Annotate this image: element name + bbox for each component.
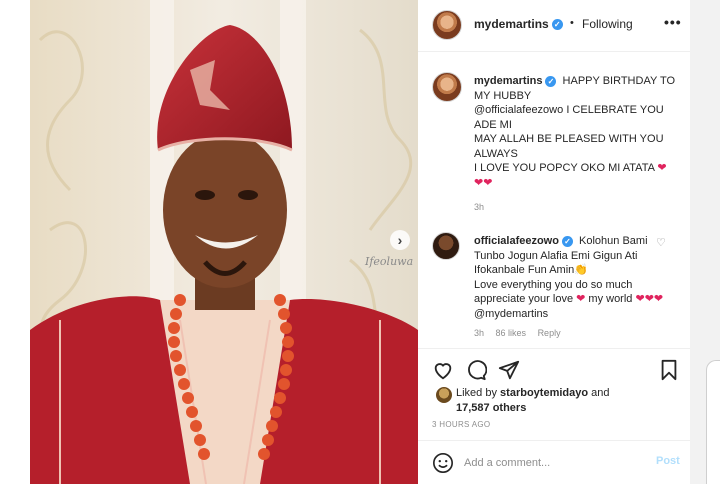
more-horizontal-icon[interactable]: ••• <box>664 14 682 30</box>
heart-emoji: ❤❤❤ <box>635 293 664 305</box>
paper-plane-icon[interactable] <box>498 359 520 381</box>
photo-watermark: Ifeoluwa <box>364 255 413 268</box>
caption-avatar[interactable] <box>432 72 462 102</box>
comment-mention[interactable]: @mydemartins <box>474 308 548 320</box>
likes-others-count[interactable]: 17,587 others <box>456 402 526 414</box>
comment-timestamp[interactable]: 3h <box>474 328 484 338</box>
reply-button[interactable]: Reply <box>538 328 561 338</box>
comment-input[interactable] <box>464 453 634 473</box>
header-username[interactable]: mydemartins ✓ <box>474 17 563 31</box>
caption-line3: MAY ALLAH BE PLEASED WITH YOU ALWAYS <box>474 133 664 160</box>
header-separator: • <box>570 17 574 29</box>
following-button[interactable]: Following <box>582 17 633 31</box>
post-comment-button[interactable]: Post <box>656 455 680 467</box>
post-timestamp[interactable]: 3 HOURS AGO <box>432 420 490 429</box>
commenter-username[interactable]: officialafeezowo ✓ <box>474 235 573 247</box>
heart-emoji: ❤ <box>576 293 586 305</box>
chevron-right-icon[interactable]: › <box>390 230 410 250</box>
caption-text: mydemartins ✓ HAPPY BIRTHDAY TO MY HUBBY … <box>474 74 684 190</box>
caption-username[interactable]: mydemartins ✓ <box>474 75 557 87</box>
post-photo[interactable]: Ifeoluwa <box>30 0 418 484</box>
liker-username[interactable]: starboytemidayo <box>500 387 588 399</box>
caption-mention[interactable]: @officialafeezowo <box>474 104 563 116</box>
liker-avatar[interactable] <box>436 387 452 403</box>
clap-emoji: 👏 <box>574 264 588 276</box>
add-comment-bar: Post <box>418 440 690 484</box>
verified-badge-icon: ✓ <box>551 19 563 31</box>
page-gutter <box>690 0 720 484</box>
comment-body-3: my world <box>588 293 633 305</box>
post-actions-bar <box>418 348 690 388</box>
heart-emoji: ❤❤ <box>474 176 493 189</box>
caption-timestamp[interactable]: 3h <box>474 202 484 212</box>
comment-like-icon[interactable]: ♡ <box>656 236 666 249</box>
post-header: mydemartins ✓ • Following ••• <box>418 0 690 52</box>
comment-meta: 3h 86 likes Reply <box>474 328 570 338</box>
avatar[interactable] <box>432 10 462 40</box>
smiley-icon[interactable] <box>432 452 454 474</box>
caption-line4: I LOVE YOU POPCY OKO MI ATATA <box>474 162 655 174</box>
post-side-panel: mydemartins ✓ • Following ••• mydemartins… <box>418 0 690 484</box>
likes-and-label: and <box>591 387 610 399</box>
comment-likes-count[interactable]: 86 likes <box>496 328 527 338</box>
heart-emoji: ❤ <box>657 162 667 174</box>
commenter-avatar[interactable] <box>432 232 460 260</box>
verified-badge-icon: ✓ <box>545 75 557 87</box>
comment-bubble-icon[interactable] <box>465 359 487 381</box>
likes-text: Liked by starboytemidayo and 17,587 othe… <box>456 386 610 416</box>
liked-by-label: Liked by <box>456 387 497 399</box>
adjacent-panel-edge <box>706 360 720 484</box>
comment-text: officialafeezowo ✓ Kolohun Bami Tunbo Jog… <box>474 234 670 321</box>
heart-outline-icon[interactable] <box>432 359 454 381</box>
bookmark-icon[interactable] <box>658 359 680 381</box>
portrait-illustration: Ifeoluwa <box>30 0 418 484</box>
verified-badge-icon: ✓ <box>561 235 573 247</box>
